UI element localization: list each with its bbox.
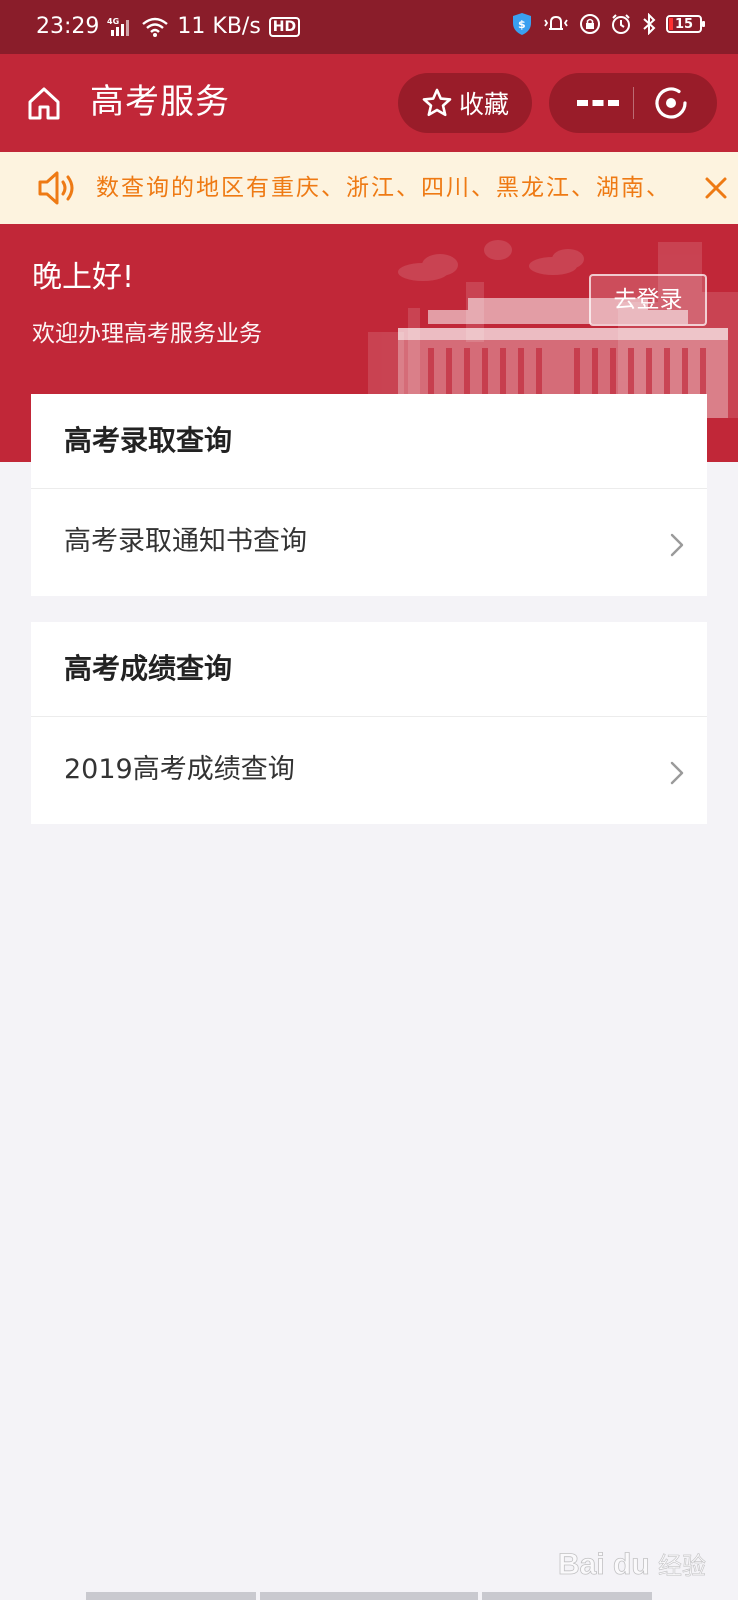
svg-text:$: $ — [518, 18, 526, 31]
nav-bar: 高考服务 收藏 — [0, 54, 738, 152]
status-right: $ 15 — [511, 12, 705, 36]
notice-bar: 数查询的地区有重庆、浙江、四川、黑龙江、湖南、 — [0, 152, 738, 224]
speaker-icon — [36, 168, 78, 208]
battery-percent: 15 — [674, 16, 694, 32]
welcome-text: 欢迎办理高考服务业务 — [32, 321, 262, 347]
wifi-icon — [141, 16, 169, 38]
star-icon — [422, 88, 452, 117]
security-shield-icon: $ — [511, 12, 533, 36]
favorite-label: 收藏 — [458, 90, 509, 119]
baidu-jingyan-watermark: Bai du 经验 — [558, 1548, 706, 1582]
network-speed: 11 KB/s — [177, 14, 261, 39]
bottom-indicator-segment — [260, 1592, 478, 1600]
score-query-card: 高考成绩查询 2019高考成绩查询 — [31, 622, 707, 824]
cellular-signal-icon: 4G — [107, 16, 133, 38]
status-bar: 23:29 4G 11 KB/s HD $ 15 — [0, 0, 738, 54]
score-query-item[interactable]: 2019高考成绩查询 — [31, 717, 707, 825]
alarm-icon — [610, 13, 632, 35]
chevron-right-icon — [670, 761, 684, 785]
chevron-right-icon — [670, 533, 684, 557]
admission-notice-query-item[interactable]: 高考录取通知书查询 — [31, 489, 707, 597]
more-icon[interactable] — [575, 95, 621, 111]
admission-query-card: 高考录取查询 高考录取通知书查询 — [31, 394, 707, 596]
home-icon[interactable] — [26, 85, 62, 121]
page-title: 高考服务 — [90, 82, 230, 122]
status-time: 23:29 — [36, 14, 100, 39]
bottom-indicator-segment — [86, 1592, 256, 1600]
list-item-label: 2019高考成绩查询 — [64, 754, 295, 785]
login-button[interactable]: 去登录 — [589, 274, 707, 326]
hd-icon: HD — [268, 16, 301, 37]
battery-icon: 15 — [666, 15, 705, 33]
list-item-label: 高考录取通知书查询 — [64, 526, 307, 557]
svg-text:经验: 经验 — [658, 1552, 706, 1580]
notice-text: 数查询的地区有重庆、浙江、四川、黑龙江、湖南、 — [96, 175, 671, 201]
close-icon[interactable] — [702, 174, 730, 202]
status-left: 23:29 4G 11 KB/s HD — [36, 14, 301, 39]
greeting-text: 晚上好! — [32, 260, 135, 295]
favorite-button[interactable]: 收藏 — [398, 73, 532, 133]
mini-program-capsule — [549, 73, 717, 133]
vibrate-icon — [542, 13, 570, 35]
bluetooth-icon — [641, 13, 657, 35]
battery-level — [669, 18, 673, 30]
close-circle-icon[interactable] — [652, 84, 690, 122]
section-title: 高考成绩查询 — [31, 622, 707, 717]
capsule-divider — [633, 87, 634, 119]
svg-text:4G: 4G — [107, 17, 119, 26]
svg-text:Bai du: Bai du — [558, 1548, 650, 1581]
section-title: 高考录取查询 — [31, 394, 707, 489]
rotation-lock-icon — [579, 13, 601, 35]
bottom-indicator-segment — [482, 1592, 652, 1600]
